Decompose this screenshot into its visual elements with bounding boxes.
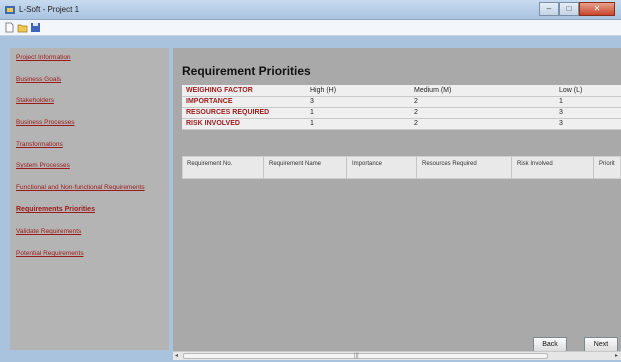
sidebar-item-stakeholders[interactable]: Stakeholders (16, 97, 54, 104)
table-row: IMPORTANCE 3 2 1 (182, 96, 621, 108)
column-divider[interactable] (416, 157, 417, 179)
cell-medium: 2 (410, 96, 555, 108)
row-label: RISK INVOLVED (182, 118, 306, 130)
cell-high: 1 (306, 118, 410, 130)
cell-medium: Medium (M) (410, 85, 555, 97)
column-divider[interactable] (593, 157, 594, 179)
column-divider[interactable] (511, 157, 512, 179)
cell-high: 1 (306, 107, 410, 119)
window-controls: – □ ✕ (539, 2, 615, 17)
title-bar: L-Soft - Project 1 – □ ✕ (0, 0, 621, 20)
column-header-resources-required[interactable]: Resources Required (422, 161, 477, 167)
scrollbar-grip-icon: ||| (354, 353, 359, 359)
new-file-icon[interactable] (4, 22, 15, 33)
cell-low: 3 (555, 107, 621, 119)
horizontal-scrollbar[interactable]: ◂ ||| ▸ (173, 351, 621, 360)
back-button[interactable]: Back (533, 337, 567, 352)
maximize-button[interactable]: □ (559, 2, 579, 16)
table-row: RISK INVOLVED 1 2 3 (182, 118, 621, 130)
row-label: IMPORTANCE (182, 96, 306, 108)
window-title: L-Soft - Project 1 (19, 5, 80, 14)
sidebar: Project Information Business Goals Stake… (10, 48, 169, 350)
column-header-requirement-no[interactable]: Requirement No. (187, 161, 232, 167)
row-label: RESOURCES REQUIRED (182, 107, 306, 119)
column-header-requirement-name[interactable]: Requirement Name (269, 161, 321, 167)
cell-high: 3 (306, 96, 410, 108)
next-button[interactable]: Next (584, 337, 618, 352)
cell-medium: 2 (410, 107, 555, 119)
column-divider[interactable] (346, 157, 347, 179)
main-panel: Requirement Priorities WEIGHING FACTOR H… (173, 48, 621, 351)
sidebar-item-requirements-priorities[interactable]: Requirements Priorities (16, 206, 95, 213)
sidebar-item-business-processes[interactable]: Business Processes (16, 119, 75, 126)
weighing-factor-table: WEIGHING FACTOR High (H) Medium (M) Low … (182, 85, 621, 130)
scroll-left-arrow-icon[interactable]: ◂ (175, 352, 178, 359)
sidebar-item-potential-requirements[interactable]: Potential Requirements (16, 250, 84, 257)
minimize-button[interactable]: – (539, 2, 559, 16)
sidebar-item-project-information[interactable]: Project Information (16, 54, 71, 61)
sidebar-item-functional-requirements[interactable]: Functional and Non-functional Requiremen… (16, 184, 145, 191)
column-header-priority[interactable]: Priorit (599, 161, 615, 167)
row-label: WEIGHING FACTOR (182, 85, 306, 97)
column-header-risk-involved[interactable]: Risk Involved (517, 161, 553, 167)
cell-medium: 2 (410, 118, 555, 130)
requirements-grid-header: Requirement No. Requirement Name Importa… (182, 156, 621, 179)
cell-low: 1 (555, 96, 621, 108)
scroll-right-arrow-icon[interactable]: ▸ (615, 352, 618, 359)
sidebar-item-system-processes[interactable]: System Processes (16, 162, 70, 169)
cell-low: 3 (555, 118, 621, 130)
close-button[interactable]: ✕ (579, 2, 615, 16)
save-icon[interactable] (30, 22, 41, 33)
table-row: WEIGHING FACTOR High (H) Medium (M) Low … (182, 85, 621, 97)
sidebar-item-transformations[interactable]: Transformations (16, 141, 63, 148)
scrollbar-thumb[interactable]: ||| (183, 353, 548, 359)
app-icon (5, 6, 15, 14)
column-header-importance[interactable]: Importance (352, 161, 382, 167)
table-row: RESOURCES REQUIRED 1 2 3 (182, 107, 621, 119)
open-folder-icon[interactable] (17, 22, 28, 33)
sidebar-item-business-goals[interactable]: Business Goals (16, 76, 61, 83)
page-title: Requirement Priorities (182, 64, 311, 78)
column-divider[interactable] (263, 157, 264, 179)
toolbar (0, 20, 621, 36)
cell-high: High (H) (306, 85, 410, 97)
sidebar-item-validate-requirements[interactable]: Validate Requirements (16, 228, 81, 235)
cell-low: Low (L) (555, 85, 621, 97)
